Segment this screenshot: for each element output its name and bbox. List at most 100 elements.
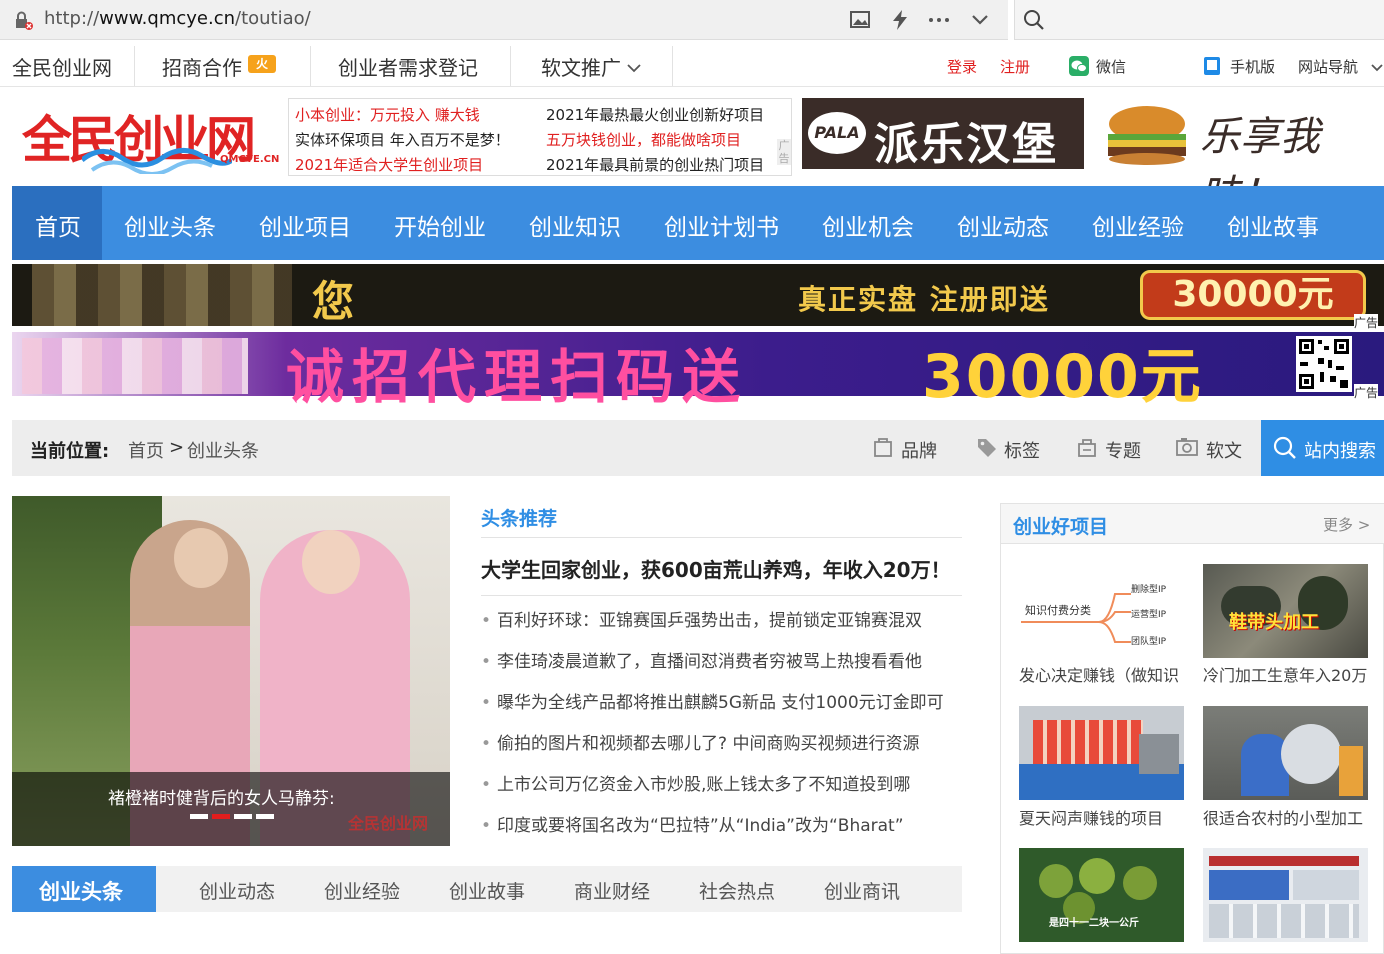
tab-hot[interactable]: 社会热点 bbox=[699, 877, 775, 904]
blurred-logo bbox=[32, 264, 292, 326]
project-title[interactable]: 发心决定赚钱（做知识 bbox=[1019, 662, 1179, 686]
breadcrumb-label: 当前位置: bbox=[30, 441, 110, 462]
wave-logo-icon bbox=[82, 148, 232, 174]
news-item[interactable]: • 曝华为全线产品都将推出麒麟5G新品 支付1000元订金即可 bbox=[481, 688, 944, 713]
tab-finance[interactable]: 商业财经 bbox=[574, 877, 650, 904]
blurred-logo bbox=[22, 338, 248, 394]
lightning-icon[interactable] bbox=[890, 9, 910, 31]
text-ad-box: 小本创业：万元投入 赚大钱 2021年最热最火创业创新好项目 实体环保项目 年入… bbox=[288, 98, 792, 176]
project-thumb[interactable]: 鞋带头加工 bbox=[1203, 564, 1368, 658]
hero-slideshow[interactable]: 褚橙褚时健背后的女人马静芬: 全民创业网 bbox=[12, 496, 450, 846]
main-nav-plan[interactable]: 创业计划书 bbox=[664, 208, 779, 242]
crumb-link-tag[interactable]: 标签 bbox=[1004, 437, 1040, 463]
hot-badge-icon: 火 bbox=[248, 55, 276, 73]
site-logo[interactable]: 全民创业网 QMCYE.CN bbox=[22, 96, 282, 176]
news-item[interactable]: • 李佳琦凌晨道歉了，直播间怼消费者穷被骂上热搜看看他 bbox=[481, 647, 922, 672]
tab-business-news[interactable]: 创业商讯 bbox=[824, 877, 900, 904]
crumb-link-topic[interactable]: 专题 bbox=[1105, 437, 1141, 463]
crumb-link-softtext[interactable]: 软文 bbox=[1206, 437, 1242, 463]
text-ad-link[interactable]: 2021年最热最火创业创新好项目 bbox=[546, 104, 764, 125]
camera-icon bbox=[1176, 438, 1198, 456]
news-item[interactable]: • 百利好环球：亚锦赛国乒强势出击，提前锁定亚锦赛混双 bbox=[481, 606, 922, 631]
register-link[interactable]: 注册 bbox=[1000, 56, 1030, 77]
ad-label: 广告 bbox=[1354, 314, 1379, 331]
slide-dot-active[interactable] bbox=[212, 814, 230, 819]
banner1-right-text: 真正实盘 注册即送 bbox=[798, 283, 1050, 316]
project-thumb[interactable]: 是四十一二块一公斤 bbox=[1019, 848, 1184, 942]
text-ad-link[interactable]: 2021年最具前景的创业热门项目 bbox=[546, 154, 764, 175]
main-nav-start[interactable]: 开始创业 bbox=[394, 208, 486, 242]
nav-business-coop[interactable]: 招商合作 bbox=[162, 52, 242, 81]
main-nav-news[interactable]: 创业动态 bbox=[957, 208, 1049, 242]
main-nav-home[interactable]: 首页 bbox=[35, 208, 81, 242]
search-icon bbox=[1024, 10, 1044, 30]
crumb-link-brand[interactable]: 品牌 bbox=[901, 437, 937, 463]
project-title[interactable]: 很适合农村的小型加工 bbox=[1203, 805, 1363, 829]
text-ad-link[interactable]: 小本创业：万元投入 赚大钱 bbox=[295, 104, 480, 125]
tab-stories[interactable]: 创业故事 bbox=[449, 877, 525, 904]
pala-logo: PALA bbox=[808, 112, 866, 154]
insecure-lock-icon bbox=[16, 11, 33, 30]
site-search-button[interactable]: 站内搜索 bbox=[1261, 420, 1384, 476]
banner1-amount: 30000元 bbox=[1140, 270, 1366, 320]
browser-search-box[interactable] bbox=[1014, 0, 1384, 40]
slide-dot[interactable] bbox=[256, 814, 274, 819]
chevron-down-icon[interactable] bbox=[970, 12, 990, 28]
breadcrumb-sep: > bbox=[169, 437, 185, 458]
recommend-headline[interactable]: 大学生回家创业，获600亩荒山养鸡，年收入20万！ bbox=[481, 554, 951, 583]
nav-softtext[interactable]: 软文推广 bbox=[541, 52, 621, 81]
main-nav-toutiao[interactable]: 创业头条 bbox=[124, 208, 216, 242]
address-bar[interactable]: http://www.qmcye.cn/toutiao/ bbox=[0, 0, 1008, 40]
main-nav-stories[interactable]: 创业故事 bbox=[1227, 208, 1319, 242]
banner2-amount: 30000元 bbox=[922, 342, 1203, 412]
wechat-icon bbox=[1069, 56, 1089, 76]
sitemap-link[interactable]: 网站导航 bbox=[1298, 56, 1358, 77]
project-thumb[interactable] bbox=[1203, 848, 1368, 942]
chevron-down-icon bbox=[1371, 64, 1383, 72]
mobile-link[interactable]: 手机版 bbox=[1230, 56, 1275, 77]
breadcrumb-current[interactable]: 创业头条 bbox=[187, 437, 259, 463]
project-thumb[interactable]: 知识付费分类 删除型IP 运营型IP 团队型IP bbox=[1019, 564, 1184, 658]
news-item[interactable]: • 上市公司万亿资金入市炒股,账上钱太多了不知道投到哪 bbox=[481, 770, 910, 795]
ad-label: 广告 bbox=[1354, 384, 1379, 401]
search-icon bbox=[1273, 436, 1296, 459]
banner-ad-2[interactable]: 诚招代理扫码送 30000元 bbox=[12, 332, 1384, 412]
tag-icon bbox=[978, 439, 996, 457]
hero-caption[interactable]: 褚橙褚时健背后的女人马静芬: bbox=[108, 784, 335, 809]
main-nav-experience[interactable]: 创业经验 bbox=[1092, 208, 1184, 242]
news-item[interactable]: • 印度或要将国名改为“巴拉特”从“India”改为“Bharat” bbox=[481, 811, 904, 836]
banner1-left-text: 您 bbox=[312, 277, 355, 326]
tab-toutiao[interactable]: 创业头条 bbox=[12, 866, 156, 912]
more-dots-icon[interactable] bbox=[928, 12, 950, 28]
wechat-link[interactable]: 微信 bbox=[1096, 56, 1126, 77]
tab-news[interactable]: 创业动态 bbox=[199, 877, 275, 904]
banner-ad-1[interactable]: 您 真正实盘 注册即送 30000元 bbox=[12, 264, 1384, 326]
popsicle-row bbox=[1033, 720, 1143, 764]
text-ad-link[interactable]: 2021年适合大学生创业项目 bbox=[295, 154, 483, 175]
project-title[interactable]: 夏天闷声赚钱的项目 bbox=[1019, 805, 1163, 829]
nav-demand-register[interactable]: 创业者需求登记 bbox=[338, 52, 478, 81]
more-link[interactable]: 更多 > bbox=[1323, 514, 1370, 535]
tab-experience[interactable]: 创业经验 bbox=[324, 877, 400, 904]
slide-dot[interactable] bbox=[190, 814, 208, 819]
recommend-title: 头条推荐 bbox=[481, 508, 558, 530]
pala-burger-ad[interactable]: PALA 派乐汉堡 bbox=[802, 98, 1084, 170]
mobile-icon bbox=[1204, 57, 1220, 75]
news-item[interactable]: • 偷拍的图片和视频都去哪儿了? 中间商购买视频进行资源 bbox=[481, 729, 919, 754]
burger-icon bbox=[1108, 106, 1186, 165]
slide-dot[interactable] bbox=[234, 814, 252, 819]
image-icon[interactable] bbox=[850, 10, 870, 30]
text-ad-link[interactable]: 五万块钱创业，都能做啥项目 bbox=[546, 129, 741, 150]
project-title[interactable]: 冷门加工生意年入20万 bbox=[1203, 662, 1367, 686]
main-nav-projects[interactable]: 创业项目 bbox=[259, 208, 351, 242]
burger-ad[interactable]: 乐享我味！ bbox=[1092, 96, 1372, 218]
text-ad-link[interactable]: 实体环保项目 年入百万不是梦！ bbox=[295, 129, 510, 150]
main-nav-chances[interactable]: 创业机会 bbox=[822, 208, 914, 242]
site-name-link[interactable]: 全民创业网 bbox=[12, 52, 112, 81]
topic-icon bbox=[1078, 439, 1096, 457]
project-thumb[interactable] bbox=[1203, 706, 1368, 800]
project-thumb[interactable] bbox=[1019, 706, 1184, 800]
login-link[interactable]: 登录 bbox=[947, 56, 977, 77]
breadcrumb-home[interactable]: 首页 bbox=[128, 437, 164, 463]
main-nav-knowledge[interactable]: 创业知识 bbox=[529, 208, 621, 242]
